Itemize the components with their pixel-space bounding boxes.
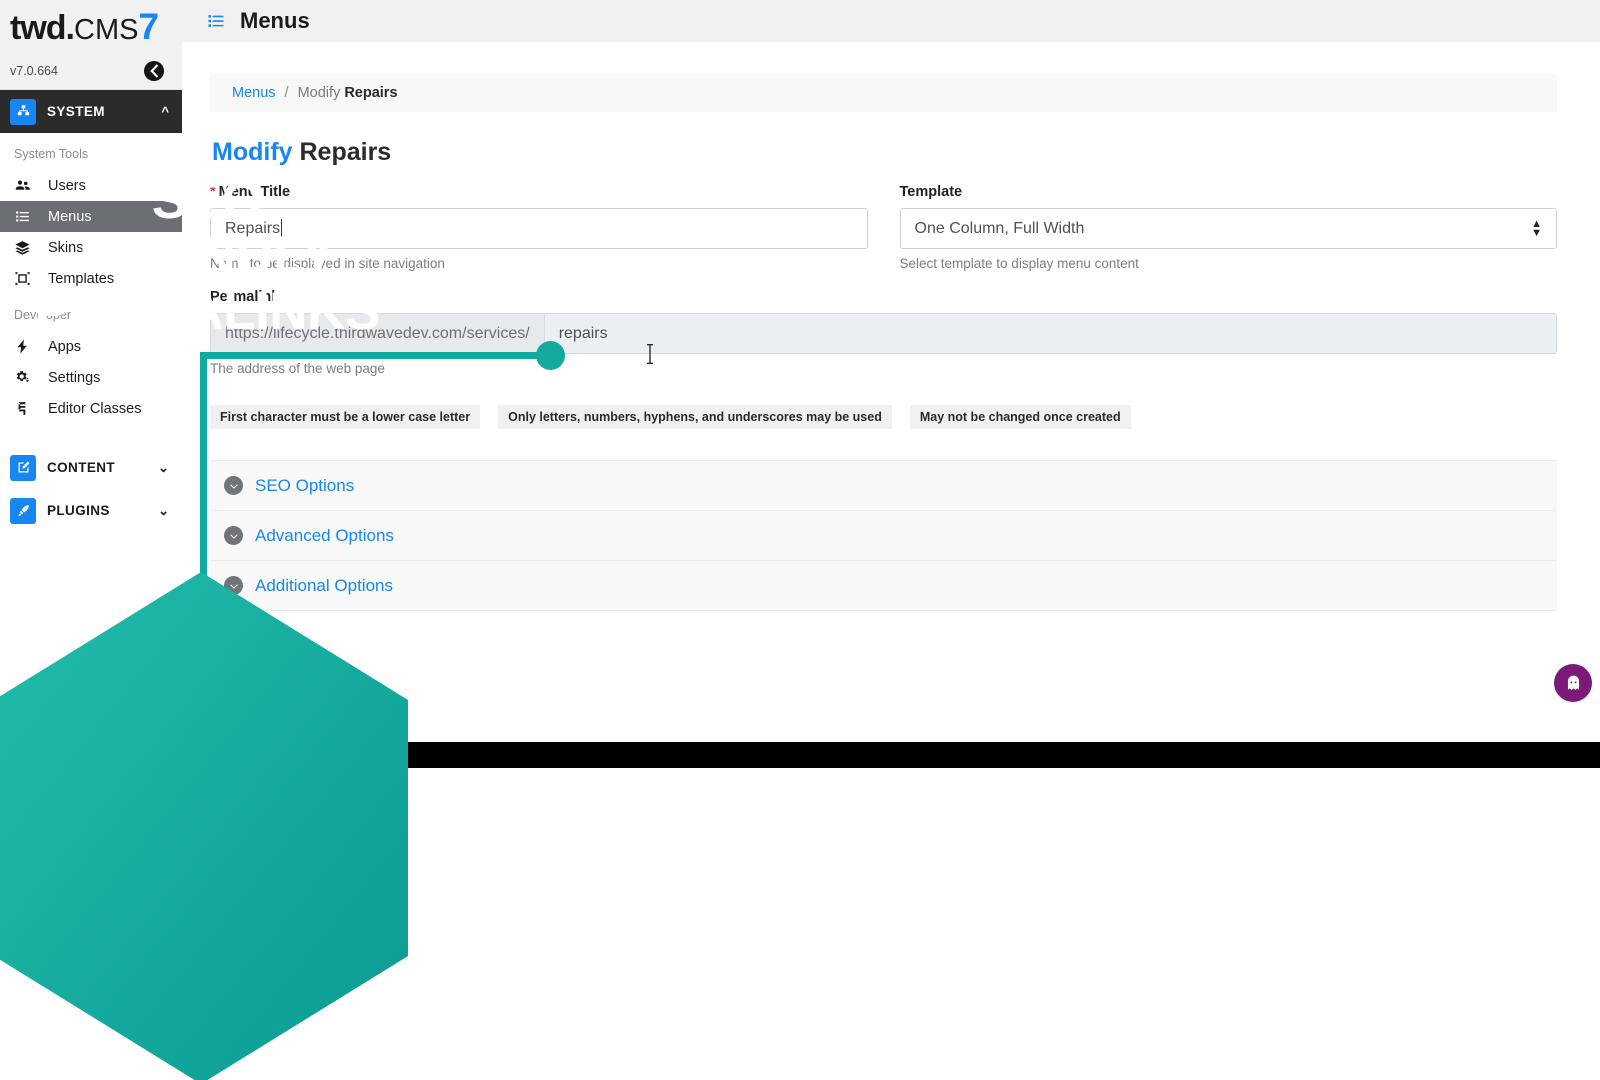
brand-dot: . — [65, 8, 76, 47]
layers-icon — [14, 239, 36, 256]
permalink-hint: The address of the web page — [210, 361, 385, 376]
template-hint: Select template to display menu content — [899, 256, 1139, 271]
sidebar-item-label: Templates — [48, 270, 115, 287]
sitemap-icon — [10, 98, 36, 125]
chevron-down-circle-icon — [224, 526, 243, 545]
users-icon — [14, 177, 36, 194]
breadcrumb-current-prefix: Modify — [297, 85, 345, 101]
accordion-label: SEO Options — [255, 475, 355, 495]
field-menu-title: * Menu Title Repairs Name to be displayed… — [210, 184, 868, 271]
brand-part-cms: CMS — [74, 13, 139, 46]
css-icon — [14, 400, 36, 417]
sidebar-item-label: Apps — [48, 338, 82, 355]
breadcrumb-current-name: Repairs — [344, 85, 398, 101]
sidebar-item-settings[interactable]: Settings — [0, 362, 182, 393]
permalink-label: Permalink — [210, 289, 280, 305]
permalink-rules: First character must be a lower case let… — [210, 405, 1557, 429]
sidebar-group-plugins[interactable]: PLUGINS ⌄ — [0, 489, 182, 532]
permalink-prefix: https://lifecycle.thirdwavedev.com/servi… — [211, 314, 545, 353]
brand-version-mark: 7 — [138, 5, 159, 47]
breadcrumb-separator: / — [284, 85, 289, 101]
permalink-rule: Only letters, numbers, hyphens, and unde… — [498, 405, 892, 429]
sidebar-group-system[interactable]: SYSTEM ^ — [0, 90, 182, 133]
template-selected-value: One Column, Full Width — [914, 219, 1085, 237]
menu-title-input[interactable]: Repairs — [210, 208, 868, 249]
version-row: v7.0.664 — [0, 52, 182, 90]
sidebar-item-label: Users — [48, 177, 86, 194]
chevron-updown-icon: ▲ ▼ — [1531, 217, 1542, 239]
accordion-seo-options[interactable]: SEO Options — [210, 461, 1557, 511]
chevron-left-icon[interactable] — [144, 60, 164, 81]
sidebar-section-developer: Developer — [14, 308, 71, 322]
sidebar-item-label: Menus — [48, 208, 92, 225]
sidebar-group-label: CONTENT — [47, 460, 116, 475]
page-title-name: Repairs — [299, 138, 392, 166]
callout-highlight-horizontal — [200, 352, 552, 359]
page-title: Modify Repairs — [212, 138, 1557, 167]
sidebar-group-label: SYSTEM — [47, 104, 105, 119]
sidebar-item-editor-classes[interactable]: Editor Classes — [0, 393, 182, 424]
field-permalink: Permalink https://lifecycle.thirdwavedev… — [210, 289, 1557, 376]
edit-square-icon — [10, 454, 36, 481]
page-title-prefix: Modify — [212, 138, 293, 166]
ghost-icon — [1567, 675, 1579, 690]
options-accordion: SEO Options Advanced Options Additional … — [210, 460, 1557, 611]
brand-part-twd: twd — [10, 8, 67, 47]
callout-hexagon — [0, 572, 408, 1080]
sidebar-item-label: Settings — [48, 369, 101, 386]
sidebar-section-system-tools: System Tools — [14, 147, 89, 161]
bolt-icon — [14, 338, 36, 355]
chevron-down-icon[interactable]: ⌄ — [158, 503, 169, 519]
template-label: Template — [899, 184, 963, 200]
sidebar-item-apps[interactable]: Apps — [0, 331, 182, 362]
menu-title-label-text: Menu Title — [218, 184, 291, 200]
sidebar-item-users[interactable]: Users — [0, 170, 182, 201]
callout-highlight-dot — [536, 341, 565, 370]
sidebar-item-templates[interactable]: Templates — [0, 263, 182, 294]
brand-logo[interactable]: twd.CMS7 — [0, 0, 182, 52]
text-cursor-icon — [645, 343, 655, 364]
chevron-up-icon[interactable]: ^ — [161, 104, 169, 119]
accordion-label: Advanced Options — [255, 525, 394, 545]
form-row-primary: * Menu Title Repairs Name to be displayed… — [210, 184, 1557, 271]
menu-title-label: * Menu Title — [210, 184, 868, 200]
page-header-title: Menus — [240, 8, 310, 33]
sidebar-group-content[interactable]: CONTENT ⌄ — [0, 446, 182, 489]
chevron-down-circle-icon — [224, 476, 243, 495]
permalink-rule: May not be changed once created — [909, 405, 1131, 429]
permalink-rule: First character must be a lower case let… — [210, 405, 481, 429]
chevron-down-icon[interactable]: ⌄ — [158, 460, 169, 476]
menu-title-value: Repairs — [225, 219, 281, 237]
list-icon — [14, 208, 36, 225]
sidebar-item-menus[interactable]: Menus — [0, 201, 182, 232]
list-icon — [206, 11, 226, 31]
ghost-support-button[interactable] — [1554, 664, 1592, 702]
brand-wordmark: twd.CMS7 — [10, 5, 159, 47]
sidebar-item-label: Skins — [48, 239, 84, 256]
sidebar: twd.CMS7 v7.0.664 SYSTEM ^ System Tools … — [0, 0, 182, 592]
accordion-advanced-options[interactable]: Advanced Options — [210, 511, 1557, 561]
sidebar-item-skins[interactable]: Skins — [0, 232, 182, 263]
required-marker: * — [210, 184, 216, 200]
rocket-icon — [10, 497, 36, 524]
version-label: v7.0.664 — [10, 63, 58, 78]
template-select[interactable]: One Column, Full Width ▲ ▼ — [899, 208, 1557, 249]
template-icon — [14, 270, 36, 287]
permalink-input[interactable]: repairs — [544, 314, 1556, 353]
sidebar-group-label: PLUGINS — [47, 503, 110, 518]
accordion-additional-options[interactable]: Additional Options — [210, 561, 1557, 611]
gears-icon — [14, 369, 36, 386]
breadcrumb: Menus / Modify Repairs — [210, 74, 1557, 112]
breadcrumb-current: Modify Repairs — [298, 85, 398, 101]
breadcrumb-link-menus[interactable]: Menus — [232, 85, 276, 101]
permalink-input-group: https://lifecycle.thirdwavedev.com/servi… — [210, 313, 1557, 354]
app-root: twd.CMS7 v7.0.664 SYSTEM ^ System Tools … — [0, 0, 1600, 1080]
top-header: Menus — [182, 0, 1600, 42]
menu-title-hint: Name to be displayed in site navigation — [210, 256, 445, 271]
sidebar-item-label: Editor Classes — [48, 400, 142, 417]
field-template: Template One Column, Full Width ▲ ▼ Selec… — [899, 184, 1557, 271]
text-caret — [281, 219, 283, 238]
